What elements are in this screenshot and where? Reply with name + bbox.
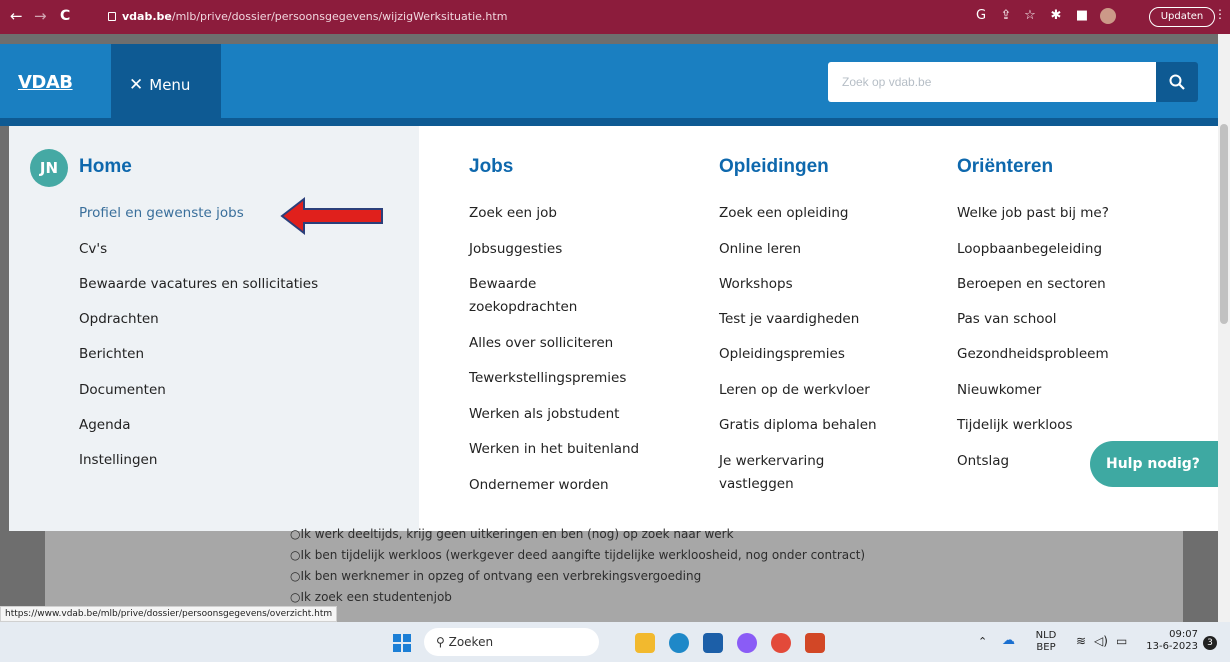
menu-link-welke-job[interactable]: Welke job past bij me? bbox=[957, 202, 1109, 225]
powerpoint-icon[interactable] bbox=[805, 633, 825, 653]
menu-link-opleidingspremies[interactable]: Opleidingspremies bbox=[719, 343, 845, 366]
clock[interactable]: 09:07 13-6-2023 bbox=[1140, 629, 1198, 653]
web-page: VDAB ✕ Menu ○Ik werk deeltijds, krijg gee… bbox=[0, 34, 1218, 622]
bookmark-star-icon[interactable]: ☆ bbox=[1022, 8, 1038, 24]
menu-link-buitenland[interactable]: Werken in het buitenland bbox=[469, 438, 639, 461]
menu-link-opdrachten[interactable]: Opdrachten bbox=[79, 308, 159, 331]
windows-start-icon[interactable] bbox=[393, 634, 411, 652]
menu-link-ondernemer[interactable]: Ondernemer worden bbox=[469, 474, 609, 497]
radio-option[interactable]: ○Ik ben tijdelijk werkloos (werkgever de… bbox=[290, 548, 865, 562]
taskbar: ⚲ Zoeken ⌃ ☁ NLD BEP ≋ ◁) ▭ 09:07 13-6-2… bbox=[0, 622, 1230, 662]
taskbar-search-label: Zoeken bbox=[448, 635, 494, 649]
extensions-icon[interactable]: ✱ bbox=[1048, 8, 1064, 24]
menu-title-home[interactable]: Home bbox=[79, 156, 132, 178]
radio-option[interactable]: ○Ik werk deeltijds, krijg geen uitkering… bbox=[290, 527, 734, 541]
lock-icon bbox=[108, 12, 116, 21]
share-icon[interactable]: ⇪ bbox=[998, 8, 1014, 24]
page-scrollbar[interactable] bbox=[1218, 34, 1230, 622]
menu-link-zoek-opleiding[interactable]: Zoek een opleiding bbox=[719, 202, 848, 225]
profile-avatar-icon[interactable] bbox=[1100, 8, 1116, 24]
menu-link-gratis-diploma[interactable]: Gratis diploma behalen bbox=[719, 414, 877, 437]
menu-link-documenten[interactable]: Documenten bbox=[79, 379, 166, 402]
battery-icon[interactable]: ▭ bbox=[1116, 635, 1127, 647]
status-bar-url: https://www.vdab.be/mlb/prive/dossier/pe… bbox=[0, 606, 338, 622]
menu-label: Menu bbox=[149, 76, 191, 94]
vdab-logo[interactable]: VDAB bbox=[18, 72, 73, 93]
menu-link-tewerkstellingspremies[interactable]: Tewerkstellingspremies bbox=[469, 367, 626, 390]
volume-icon[interactable]: ◁) bbox=[1094, 635, 1108, 647]
clock-time: 09:07 bbox=[1169, 629, 1198, 640]
back-arrow-icon[interactable]: ← bbox=[10, 7, 23, 25]
avatar[interactable]: JN bbox=[30, 149, 68, 187]
chevron-up-icon[interactable]: ⌃ bbox=[978, 636, 987, 648]
menu-link-bewaarde-vacatures[interactable]: Bewaarde vacatures en sollicitaties bbox=[79, 273, 318, 296]
menu-panel-home bbox=[9, 126, 419, 531]
menu-link-jobsuggesties[interactable]: Jobsuggesties bbox=[469, 238, 562, 261]
help-button[interactable]: Hulp nodig? bbox=[1090, 441, 1218, 487]
site-header: VDAB ✕ Menu bbox=[0, 44, 1218, 126]
red-arrow-annotation bbox=[280, 196, 383, 236]
menu-link-ontslag[interactable]: Ontslag bbox=[957, 450, 1009, 473]
language-code: NLD bbox=[1035, 630, 1057, 641]
scrollbar-thumb[interactable] bbox=[1220, 124, 1228, 324]
menu-toggle-button[interactable]: ✕ Menu bbox=[111, 44, 221, 126]
file-explorer-icon[interactable] bbox=[635, 633, 655, 653]
menu-link-jobstudent[interactable]: Werken als jobstudent bbox=[469, 403, 619, 426]
menu-title-jobs[interactable]: Jobs bbox=[469, 156, 513, 178]
menu-link-cvs[interactable]: Cv's bbox=[79, 238, 107, 261]
menu-link-solliciteren[interactable]: Alles over solliciteren bbox=[469, 332, 613, 355]
messenger-icon[interactable] bbox=[737, 633, 757, 653]
menu-link-tijdelijk-werkloos[interactable]: Tijdelijk werkloos bbox=[957, 414, 1073, 437]
radio-option[interactable]: ○Ik zoek een studentenjob bbox=[290, 590, 452, 604]
search-button[interactable] bbox=[1156, 62, 1198, 102]
onedrive-cloud-icon[interactable]: ☁ bbox=[1002, 634, 1015, 647]
menu-link-agenda[interactable]: Agenda bbox=[79, 414, 131, 437]
menu-link-berichten[interactable]: Berichten bbox=[79, 343, 144, 366]
menu-link-werkervaring[interactable]: Je werkervaring vastleggen bbox=[719, 450, 859, 496]
close-icon: ✕ bbox=[129, 75, 144, 95]
sidepanel-icon[interactable]: ■ bbox=[1074, 8, 1090, 24]
menu-link-loopbaanbegeleiding[interactable]: Loopbaanbegeleiding bbox=[957, 238, 1102, 261]
menu-link-online-leren[interactable]: Online leren bbox=[719, 238, 801, 261]
menu-link-profiel[interactable]: Profiel en gewenste jobs bbox=[79, 202, 244, 225]
edge-icon[interactable] bbox=[669, 633, 689, 653]
google-icon[interactable]: G bbox=[973, 8, 989, 24]
menu-link-beroepen[interactable]: Beroepen en sectoren bbox=[957, 273, 1106, 296]
update-button[interactable]: Updaten bbox=[1149, 7, 1215, 27]
menu-link-instellingen[interactable]: Instellingen bbox=[79, 449, 157, 472]
more-menu-icon[interactable]: ⋮ bbox=[1214, 7, 1226, 21]
menu-title-opleidingen[interactable]: Opleidingen bbox=[719, 156, 829, 178]
menu-link-gezondheidsprobleem[interactable]: Gezondheidsprobleem bbox=[957, 343, 1109, 366]
menu-link-test-vaardigheden[interactable]: Test je vaardigheden bbox=[719, 308, 859, 331]
reload-icon[interactable]: C bbox=[60, 7, 70, 25]
wifi-icon[interactable]: ≋ bbox=[1076, 635, 1086, 647]
search-icon: ⚲ bbox=[436, 635, 449, 649]
forward-arrow-icon[interactable]: → bbox=[34, 7, 47, 25]
menu-title-orienteren[interactable]: Oriënteren bbox=[957, 156, 1053, 178]
menu-link-bewaarde-zoekopdrachten[interactable]: Bewaarde zoekopdrachten bbox=[469, 273, 599, 319]
url-host: vdab.be bbox=[122, 10, 172, 23]
store-icon[interactable] bbox=[703, 633, 723, 653]
menu-link-nieuwkomer[interactable]: Nieuwkomer bbox=[957, 379, 1041, 402]
radio-option[interactable]: ○Ik ben werknemer in opzeg of ontvang ee… bbox=[290, 569, 701, 583]
taskbar-search[interactable]: ⚲ Zoeken bbox=[424, 628, 599, 656]
menu-link-leren-werkvloer[interactable]: Leren op de werkvloer bbox=[719, 379, 870, 402]
search-icon bbox=[1169, 74, 1185, 90]
language-indicator[interactable]: NLD BEP bbox=[1032, 630, 1060, 654]
address-bar[interactable]: vdab.be/mlb/prive/dossier/persoonsgegeve… bbox=[108, 6, 958, 28]
header-divider bbox=[0, 118, 1218, 126]
keyboard-layout: BEP bbox=[1036, 642, 1056, 653]
menu-link-pas-van-school[interactable]: Pas van school bbox=[957, 308, 1057, 331]
menu-link-workshops[interactable]: Workshops bbox=[719, 273, 793, 296]
chrome-icon[interactable] bbox=[771, 633, 791, 653]
notification-badge[interactable]: 3 bbox=[1203, 636, 1217, 650]
menu-link-zoek-job[interactable]: Zoek een job bbox=[469, 202, 557, 225]
search-input[interactable] bbox=[828, 62, 1156, 102]
clock-date: 13-6-2023 bbox=[1146, 641, 1198, 652]
browser-toolbar: ← → C vdab.be/mlb/prive/dossier/persoons… bbox=[0, 0, 1230, 34]
url-path: /mlb/prive/dossier/persoonsgegevens/wijz… bbox=[171, 10, 508, 23]
